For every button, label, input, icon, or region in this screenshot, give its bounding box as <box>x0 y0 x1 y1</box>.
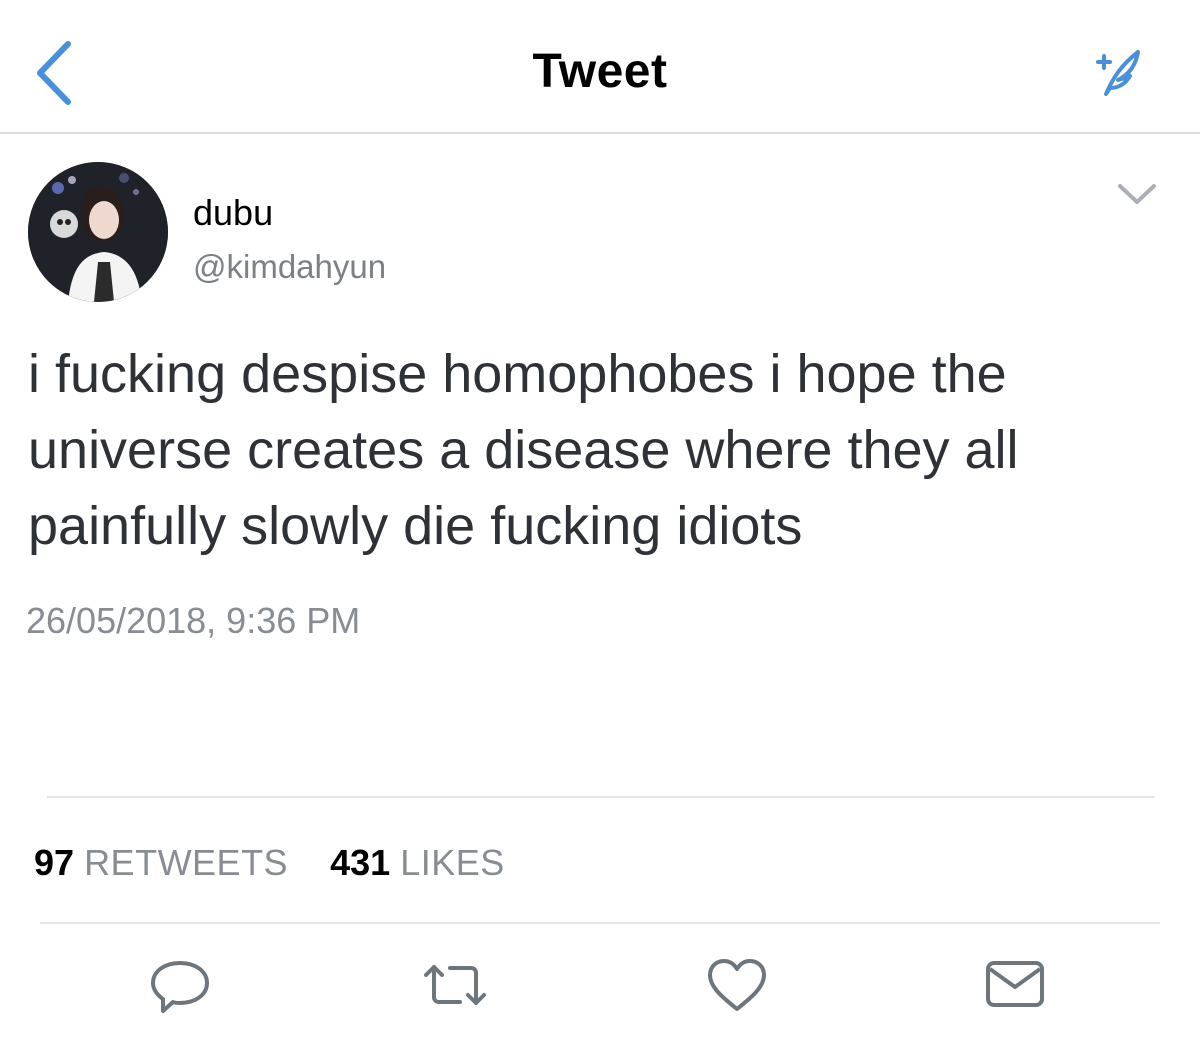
tweet-text-line: universe creates a disease where they al… <box>28 420 1019 480</box>
author-handle[interactable]: @kimdahyun <box>193 248 386 286</box>
divider <box>40 922 1160 924</box>
tweet-options-button[interactable] <box>1112 176 1162 210</box>
heart-icon <box>708 959 766 1011</box>
share-via-message-button[interactable] <box>980 955 1050 1015</box>
author-display-name[interactable]: dubu <box>193 192 273 234</box>
reply-button[interactable] <box>145 955 215 1015</box>
profile-photo-icon <box>28 162 168 302</box>
avatar[interactable] <box>28 162 168 302</box>
envelope-icon <box>986 961 1044 1007</box>
page-title: Tweet <box>532 45 668 98</box>
compose-tweet-feather-icon <box>1096 50 1140 96</box>
likes-count[interactable]: 431 <box>330 842 390 883</box>
retweets-label[interactable]: RETWEETS <box>84 842 288 883</box>
tweet-text-line: i fucking despise homophobes i hope the <box>28 344 1007 404</box>
chevron-down-icon <box>1118 184 1156 204</box>
reply-bubble-icon <box>151 961 209 1013</box>
compose-tweet-button[interactable] <box>1088 42 1148 102</box>
like-button[interactable] <box>702 955 772 1015</box>
tweet-timestamp: 26/05/2018, 9:36 PM <box>26 600 361 641</box>
divider <box>47 796 1155 798</box>
likes-label[interactable]: LIKES <box>400 842 505 883</box>
tweet-text-line: painfully slowly die fucking idiots <box>28 496 803 556</box>
tweet-text: i fucking despise homophobes i hope the … <box>28 336 1178 564</box>
retweet-icon <box>424 965 486 1005</box>
tweet-stats: 97 RETWEETS 431 LIKES <box>34 842 505 884</box>
retweet-button[interactable] <box>420 955 490 1015</box>
top-navigation-bar: Tweet <box>0 0 1200 134</box>
retweets-count[interactable]: 97 <box>34 842 74 883</box>
